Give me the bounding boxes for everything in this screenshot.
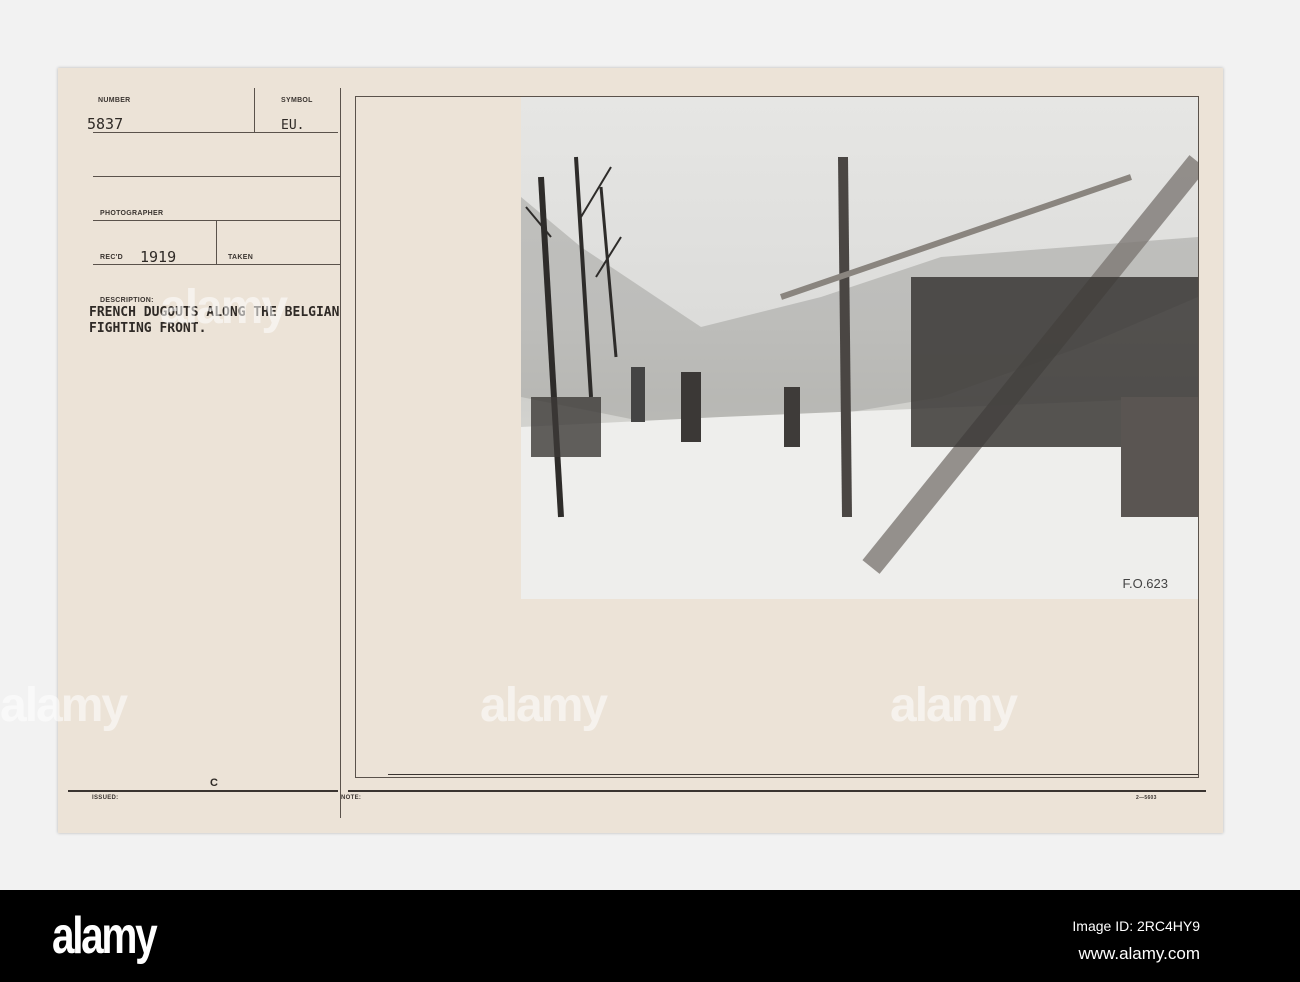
number-value: 5837 [87, 115, 124, 133]
divider [340, 88, 341, 818]
recd-label: REC'D [100, 254, 123, 261]
form-number: 2—5603 [1136, 795, 1157, 801]
divider [216, 220, 217, 264]
watermark: alamy [160, 281, 288, 334]
number-label: NUMBER [98, 97, 131, 104]
issued-label: ISSUED: [92, 795, 119, 801]
issued-mark: C [210, 777, 218, 789]
divider [93, 264, 340, 265]
footer-bar: alamy Image ID: 2RC4HY9 www.alamy.com [0, 890, 1300, 982]
archival-record-card: NUMBER 5837 SYMBOL EU. PHOTOGRAPHER REC'… [58, 68, 1223, 833]
photo-scene [521, 155, 1198, 599]
divider [254, 88, 255, 132]
note-label: NOTE: [341, 795, 362, 801]
taken-label: TAKEN [228, 254, 254, 261]
alamy-logo: alamy [52, 907, 158, 965]
photo-code: F.O.623 [1122, 576, 1168, 591]
note-line [348, 790, 1206, 792]
divider [388, 774, 1198, 775]
site-url: www.alamy.com [1078, 944, 1200, 963]
photograph-dugouts: F.O.623 [521, 97, 1198, 599]
divider [93, 176, 340, 177]
symbol-value: EU. [281, 118, 305, 133]
image-id: Image ID: 2RC4HY9 [1072, 918, 1200, 934]
description-label: DESCRIPTION: [100, 297, 154, 304]
issued-line [68, 790, 338, 792]
symbol-label: SYMBOL [281, 97, 313, 104]
watermark: alamy [480, 679, 608, 732]
watermark: alamy [890, 679, 1018, 732]
photographer-label: PHOTOGRAPHER [100, 210, 164, 217]
watermark: alamy [0, 679, 128, 732]
